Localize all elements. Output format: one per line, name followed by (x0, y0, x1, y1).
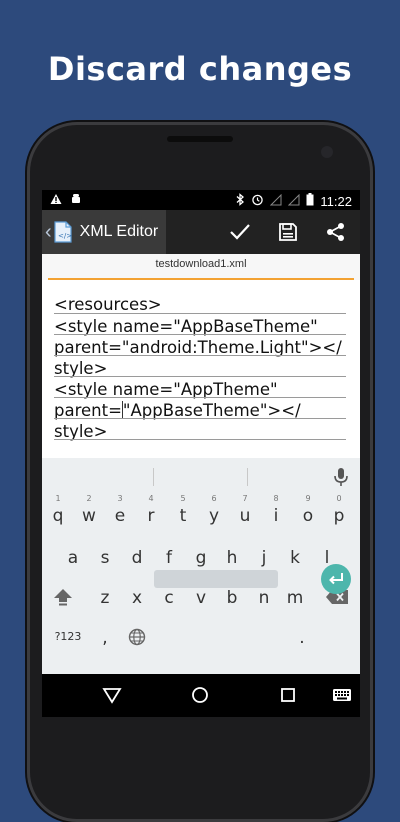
key-w[interactable]: 2w (74, 494, 104, 528)
phone-screen: 11:22 ‹ </> XML Editor testdownload1.xml… (42, 190, 360, 717)
key-q[interactable]: 1q (43, 494, 73, 528)
save-button[interactable] (264, 210, 312, 254)
key-f[interactable]: f (154, 536, 184, 570)
enter-icon (329, 573, 343, 585)
key-x[interactable]: x (122, 576, 152, 610)
key-r[interactable]: 4r (136, 494, 166, 528)
comma-key[interactable]: , (90, 616, 120, 650)
file-name: testdownload1.xml (155, 258, 247, 270)
promo-title: Discard changes (47, 50, 353, 88)
key-m[interactable]: m (280, 576, 310, 610)
save-icon (279, 223, 297, 241)
key-j[interactable]: j (249, 536, 279, 570)
key-t[interactable]: 5t (168, 494, 198, 528)
text-rule (54, 439, 346, 440)
status-bar: 11:22 (42, 190, 360, 210)
bluetooth-icon (235, 193, 245, 209)
key-z[interactable]: z (90, 576, 120, 610)
document-icon: </> (54, 221, 72, 243)
key-e[interactable]: 3e (105, 494, 135, 528)
key-k[interactable]: k (280, 536, 310, 570)
xml-editor[interactable]: <resources> <style name="AppBaseTheme" p… (42, 280, 360, 458)
period-key[interactable]: . (287, 616, 317, 650)
app-home-button[interactable]: ‹ </> XML Editor (42, 210, 166, 254)
confirm-button[interactable] (216, 210, 264, 254)
chevron-left-icon: ‹ (45, 220, 52, 243)
keyboard-icon (333, 689, 351, 701)
key-h[interactable]: h (217, 536, 247, 570)
action-bar: ‹ </> XML Editor (42, 210, 360, 254)
suggestion-divider (247, 468, 248, 486)
warning-icon (50, 193, 62, 208)
share-button[interactable] (312, 210, 360, 254)
alarm-icon (251, 193, 264, 209)
android-debug-icon (70, 193, 82, 208)
code-line: <resources> (54, 295, 162, 314)
file-name-bar: testdownload1.xml (42, 254, 360, 280)
app-title: XML Editor (79, 223, 159, 240)
text-rule (54, 313, 346, 314)
signal-icon-2 (288, 193, 300, 209)
text-rule (54, 355, 346, 356)
soft-keyboard: 1q 2w 3e 4r 5t 6y 7u 8i 9o 0p a s d f g … (42, 458, 360, 674)
key-g[interactable]: g (186, 536, 216, 570)
back-nav-button[interactable] (100, 683, 124, 707)
key-i[interactable]: 8i (261, 494, 291, 528)
shift-key[interactable] (48, 576, 78, 610)
home-nav-button[interactable] (188, 683, 212, 707)
status-time: 11:22 (320, 193, 352, 209)
text-rule (54, 418, 346, 419)
key-y[interactable]: 6y (199, 494, 229, 528)
home-circle-icon (192, 687, 208, 703)
key-u[interactable]: 7u (230, 494, 260, 528)
recents-nav-button[interactable] (276, 683, 300, 707)
phone-speaker (167, 136, 233, 142)
keyboard-switch-button[interactable] (330, 683, 354, 707)
phone-camera (321, 146, 333, 158)
key-p[interactable]: 0p (324, 494, 354, 528)
globe-icon (128, 628, 146, 646)
signal-icon (270, 193, 282, 209)
share-icon (327, 223, 344, 241)
key-d[interactable]: d (122, 536, 152, 570)
symbols-key[interactable]: ?123 (50, 616, 86, 650)
battery-icon (306, 193, 314, 209)
recents-square-icon (281, 688, 295, 702)
suggestion-divider (153, 468, 154, 486)
text-rule (54, 376, 346, 377)
key-o[interactable]: 9o (293, 494, 323, 528)
text-rule (54, 334, 346, 335)
language-key[interactable] (122, 616, 152, 650)
key-s[interactable]: s (90, 536, 120, 570)
svg-text:</>: </> (58, 232, 72, 240)
enter-button[interactable] (321, 564, 351, 594)
navigation-bar (42, 674, 360, 717)
suggestion-strip (42, 458, 360, 494)
space-bar[interactable] (154, 570, 278, 588)
back-triangle-icon (102, 688, 122, 704)
key-a[interactable]: a (58, 536, 88, 570)
check-icon (230, 224, 250, 240)
shift-icon (54, 589, 72, 606)
microphone-icon[interactable] (332, 467, 350, 487)
text-rule (54, 397, 346, 398)
